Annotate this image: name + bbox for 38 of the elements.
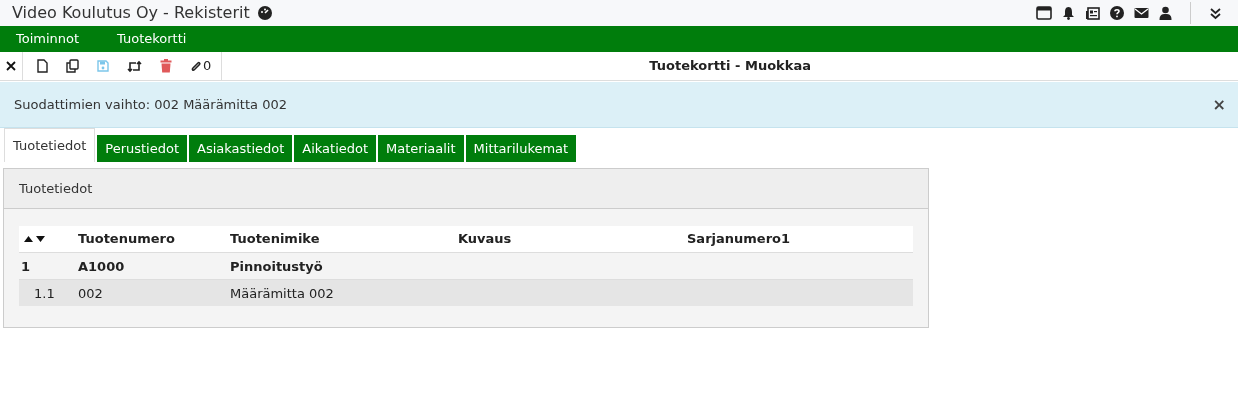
- sort-icon[interactable]: [23, 235, 47, 244]
- menu-item[interactable]: Toiminnot: [16, 29, 117, 49]
- swap-arrows-icon[interactable]: [127, 59, 142, 73]
- tab[interactable]: Materiaalit: [378, 135, 464, 162]
- menu-item[interactable]: Tuotekortti: [117, 29, 187, 49]
- alert-message: Suodattimien vaihto: 002 Määrämitta 002: [14, 95, 287, 114]
- double-chevron-icon[interactable]: [1209, 6, 1222, 20]
- column-header[interactable]: Tuotenumero: [78, 231, 175, 247]
- attachment-button[interactable]: 0: [190, 56, 212, 76]
- tab[interactable]: Tuotetiedot: [4, 128, 96, 162]
- tab[interactable]: Perustiedot: [97, 135, 187, 162]
- form-title: Tuotekortti - Muokkaa: [649, 57, 811, 76]
- help-icon[interactable]: [1110, 6, 1124, 20]
- table-cell: 1: [21, 259, 31, 274]
- column-header[interactable]: Tuotenimike: [230, 231, 320, 247]
- user-icon[interactable]: [1159, 6, 1172, 20]
- table-cell: Pinnoitustyö: [230, 259, 323, 274]
- table-cell: A1000: [78, 259, 125, 274]
- app-title: Video Koulutus Oy - Rekisterit: [12, 2, 250, 24]
- copy-icon[interactable]: [66, 59, 79, 73]
- table-cell: Määrämitta 002: [230, 286, 334, 301]
- bell-icon[interactable]: [1062, 6, 1075, 20]
- close-icon[interactable]: [6, 61, 16, 71]
- panel-title: Tuotetiedot: [19, 179, 93, 198]
- tab[interactable]: Asiakastiedot: [189, 135, 293, 162]
- dashboard-icon[interactable]: [257, 6, 272, 20]
- mail-icon[interactable]: [1134, 7, 1149, 19]
- new-document-icon[interactable]: [37, 59, 48, 73]
- table-cell: 1.1: [34, 286, 55, 301]
- column-header[interactable]: Kuvaus: [458, 231, 512, 247]
- close-button[interactable]: ×: [1212, 92, 1226, 117]
- window-icon[interactable]: [1036, 6, 1052, 20]
- column-header[interactable]: Sarjanumero1: [687, 231, 791, 247]
- trash-icon[interactable]: [160, 59, 172, 73]
- table-cell: 002: [78, 286, 103, 301]
- tab[interactable]: Aikatiedot: [294, 135, 377, 162]
- tab[interactable]: Mittarilukemat: [465, 135, 577, 162]
- newspaper-icon[interactable]: [1085, 6, 1100, 20]
